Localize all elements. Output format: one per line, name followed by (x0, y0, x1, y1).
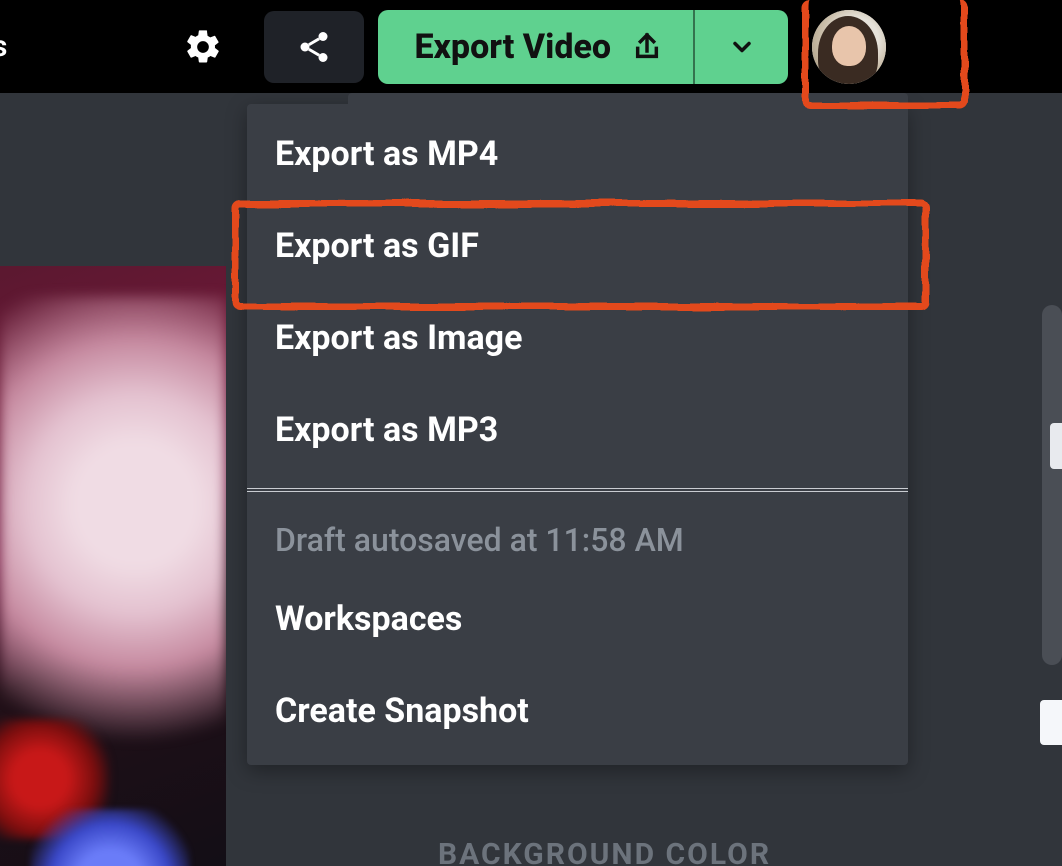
menu-export-gif[interactable]: Export as GIF (247, 200, 908, 292)
title-truncated: s (0, 29, 7, 64)
menu-export-mp4[interactable]: Export as MP4 (247, 108, 908, 200)
video-preview[interactable] (0, 266, 226, 866)
share-button[interactable] (264, 11, 364, 83)
share-icon (296, 29, 332, 65)
export-menu: Export as MP4 Export as GIF Export as Im… (247, 104, 908, 765)
export-label: Export Video (414, 27, 611, 67)
menu-divider (247, 488, 908, 489)
chevron-down-icon (728, 33, 756, 61)
panel-peek (1050, 423, 1062, 469)
menu-workspaces[interactable]: Workspaces (247, 573, 908, 665)
autosave-status: Draft autosaved at 11:58 AM (247, 493, 908, 573)
export-button-group: Export Video (378, 10, 788, 84)
top-header: s Export Video (0, 0, 1062, 93)
gear-icon (183, 27, 223, 67)
upload-icon (631, 31, 663, 63)
export-dropdown-toggle[interactable] (693, 10, 788, 84)
menu-create-snapshot[interactable]: Create Snapshot (247, 665, 908, 757)
menu-export-image[interactable]: Export as Image (247, 292, 908, 384)
export-video-button[interactable]: Export Video (378, 10, 693, 84)
background-color-label: BACKGROUND COLOR (438, 837, 771, 866)
panel-peek-lower (1040, 700, 1062, 745)
side-scrollbar[interactable] (1042, 305, 1062, 665)
settings-button[interactable] (182, 26, 224, 68)
user-avatar[interactable] (812, 10, 886, 84)
menu-export-mp3[interactable]: Export as MP3 (247, 384, 908, 476)
